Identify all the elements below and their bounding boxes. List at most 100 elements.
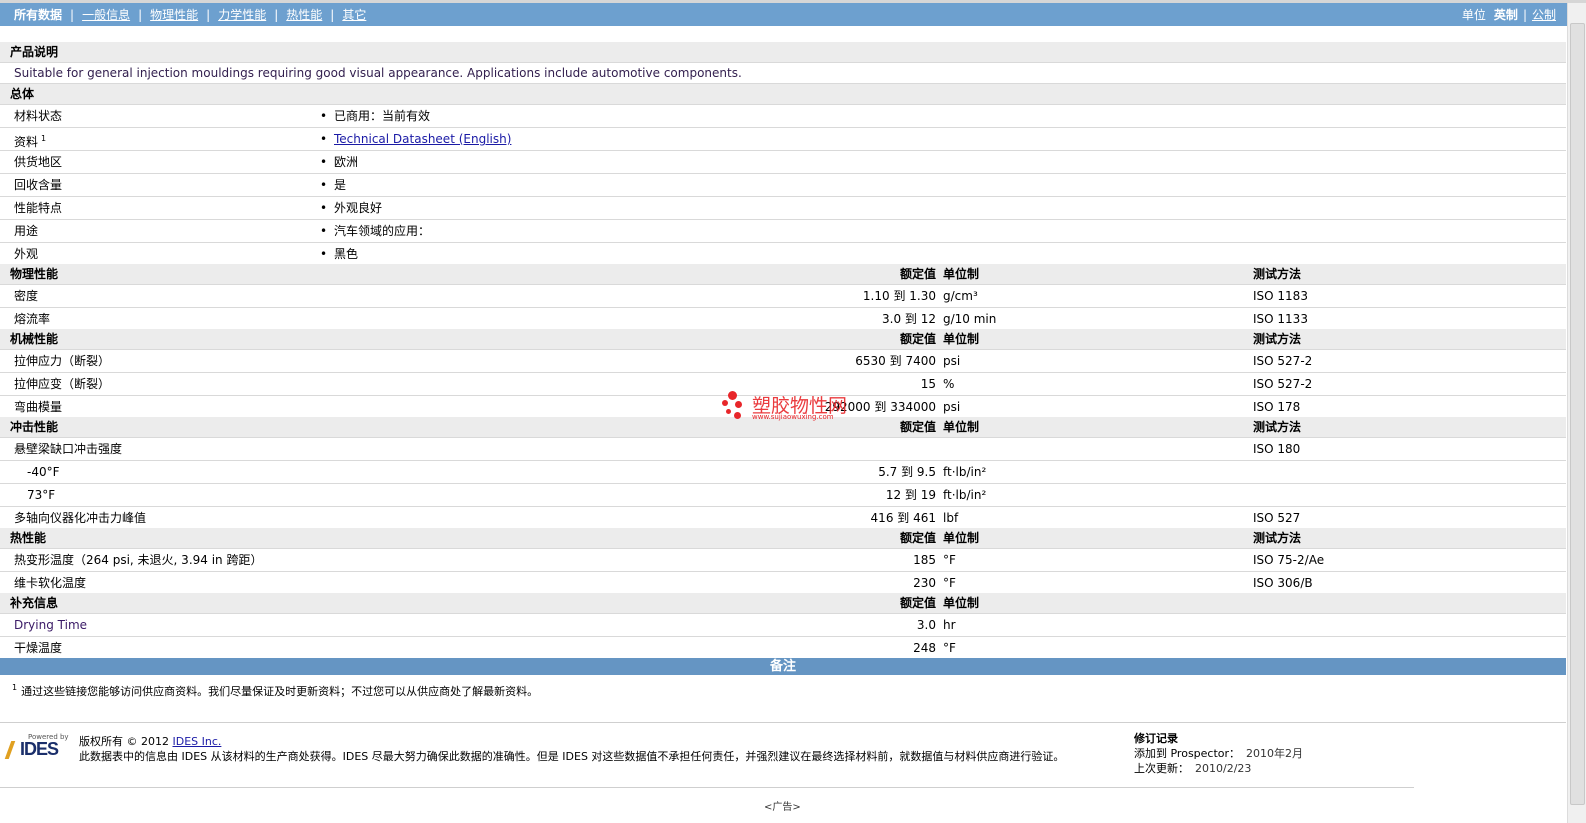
unit-value: °F xyxy=(943,553,956,567)
unit-header: 单位制 xyxy=(943,531,980,545)
category-tabs: 所有数据 | 一般信息 | 物理性能 | 力学性能 | 热性能 | 其它 xyxy=(0,6,366,23)
nominal-value: 248 xyxy=(913,641,936,655)
tab-thermal[interactable]: 热性能 xyxy=(286,6,322,23)
watermark-dot xyxy=(728,391,737,400)
general-row: 外观 • 黑色 xyxy=(0,243,1566,266)
tab-mechanical[interactable]: 力学性能 xyxy=(218,6,266,23)
property-value: 外观良好 xyxy=(334,201,383,215)
method-header: 测试方法 xyxy=(1253,531,1302,545)
property-label: 外观 xyxy=(14,247,39,261)
property-value: 是 xyxy=(334,178,347,192)
property-label: 维卡软化温度 xyxy=(14,576,87,590)
section-header-mechanical: 机械性能 额定值 单位制 测试方法 xyxy=(0,329,1566,350)
unit-separator: | xyxy=(1522,7,1527,22)
nominal-value: 3.0 xyxy=(916,618,936,632)
site-watermark: 塑胶物性网 www.sujiaowuxing.com xyxy=(722,391,852,425)
nominal-header: 额定值 xyxy=(899,420,936,434)
property-label: 干燥温度 xyxy=(14,641,63,655)
bullet: • xyxy=(320,178,328,192)
unit-header: 单位制 xyxy=(943,267,980,281)
ides-logo[interactable]: Powered by IDES xyxy=(4,733,70,761)
nav-separator: | xyxy=(138,7,143,22)
vertical-scrollbar[interactable] xyxy=(1567,3,1586,823)
property-subrow: -40°F 5.7 到 9.5 ft·lb/in² xyxy=(0,461,1566,484)
watermark-dot xyxy=(734,412,741,419)
property-row: 干燥温度 248 °F xyxy=(0,637,1566,660)
footnote-marker: 1 xyxy=(12,683,18,693)
ides-inc-link[interactable]: IDES Inc. xyxy=(172,735,221,748)
section-title: 热性能 xyxy=(10,531,47,545)
test-method: ISO 178 xyxy=(1253,400,1301,414)
unit-value: g/cm³ xyxy=(943,289,978,303)
property-row: 密度 1.10 到 1.30 g/cm³ ISO 1183 xyxy=(0,285,1566,308)
bullet: • xyxy=(320,109,328,123)
nominal-header: 额定值 xyxy=(899,596,936,610)
nominal-value: 6530 到 7400 xyxy=(855,354,936,368)
general-row: 性能特点 • 外观良好 xyxy=(0,197,1566,220)
section-title: 补充信息 xyxy=(10,596,59,610)
bullet: • xyxy=(320,132,328,146)
property-label: 回收含量 xyxy=(14,178,63,192)
nominal-header: 额定值 xyxy=(899,332,936,346)
nav-separator: | xyxy=(274,7,279,22)
property-label: 用途 xyxy=(14,224,39,238)
unit-header: 单位制 xyxy=(943,420,980,434)
test-method: ISO 527-2 xyxy=(1253,354,1313,368)
property-label: 拉伸应力（断裂） xyxy=(14,354,111,368)
unit-value: ft·lb/in² xyxy=(943,488,987,502)
tab-physical[interactable]: 物理性能 xyxy=(150,6,198,23)
unit-switcher: 单位 英制 | 公制 xyxy=(1462,6,1568,23)
added-value: 2010年2月 xyxy=(1246,747,1304,760)
unit-value: °F xyxy=(943,576,956,590)
general-row: 回收含量 • 是 xyxy=(0,174,1566,197)
property-row: 多轴向仪器化冲击力峰值 416 到 461 lbf ISO 527 xyxy=(0,507,1566,530)
unit-label: 单位 xyxy=(1461,8,1486,22)
updated-value: 2010/2/23 xyxy=(1195,762,1252,775)
property-label: 熔流率 xyxy=(14,312,51,326)
property-value: 已商用：当前有效 xyxy=(334,109,431,123)
test-method: ISO 75-2/Ae xyxy=(1253,553,1325,567)
tab-other[interactable]: 其它 xyxy=(342,6,366,23)
general-row: 供货地区 • 欧洲 xyxy=(0,151,1566,174)
unit-english-option[interactable]: 英制 xyxy=(1494,6,1518,23)
nominal-header: 额定值 xyxy=(899,531,936,545)
property-subrow: 73°F 12 到 19 ft·lb/in² xyxy=(0,484,1566,507)
property-row: 悬壁梁缺口冲击强度 ISO 180 xyxy=(0,438,1566,461)
technical-datasheet-link[interactable]: Technical Datasheet (English) xyxy=(334,128,511,150)
section-header-general: 总体 xyxy=(0,84,1566,105)
watermark-dot xyxy=(726,409,731,414)
unit-value: lbf xyxy=(943,511,959,525)
test-method: ISO 1183 xyxy=(1253,289,1308,303)
tab-all-data[interactable]: 所有数据 xyxy=(14,6,62,23)
copyright-text: 版权所有 © 2012 xyxy=(79,735,173,748)
condition-label: -40°F xyxy=(27,465,60,479)
tab-general-info[interactable]: 一般信息 xyxy=(82,6,130,23)
general-row: 资料 1 • Technical Datasheet (English) xyxy=(0,128,1566,151)
section-header-supplement: 补充信息 额定值 单位制 xyxy=(0,593,1566,614)
property-label: 性能特点 xyxy=(14,201,63,215)
watermark-dot xyxy=(722,400,728,406)
unit-value: °F xyxy=(943,641,956,655)
property-label: 资料 1 xyxy=(14,128,46,153)
footnote-marker: 1 xyxy=(41,134,47,143)
unit-header: 单位制 xyxy=(943,332,980,346)
revision-title: 修订记录 xyxy=(1134,732,1178,745)
scrollbar-thumb[interactable] xyxy=(1570,23,1585,805)
unit-metric-option[interactable]: 公制 xyxy=(1532,6,1556,23)
section-header-physical: 物理性能 额定值 单位制 测试方法 xyxy=(0,264,1566,285)
property-label: 热变形温度（264 psi, 未退火, 3.94 in 跨距） xyxy=(14,553,263,567)
property-label: 悬壁梁缺口冲击强度 xyxy=(14,442,123,456)
unit-value: hr xyxy=(943,618,956,632)
footnote: 1 通过这些链接您能够访问供应商资料。我们尽量保证及时更新资料；不过您可以从供应商… xyxy=(12,683,538,699)
nominal-header: 额定值 xyxy=(899,267,936,281)
section-title: 产品说明 xyxy=(10,45,59,59)
test-method: ISO 306/B xyxy=(1253,576,1313,590)
nominal-value: 416 到 461 xyxy=(870,511,936,525)
copyright: 版权所有 © 2012 IDES Inc. xyxy=(79,733,221,749)
section-header-product: 产品说明 xyxy=(0,42,1566,63)
nominal-value: 5.7 到 9.5 xyxy=(878,465,936,479)
product-description-row: Suitable for general injection mouldings… xyxy=(0,63,1566,84)
unit-header: 单位制 xyxy=(943,596,980,610)
condition-label: 73°F xyxy=(27,488,56,502)
revision-added: 添加到 Prospector： 2010年2月 xyxy=(1134,746,1303,761)
